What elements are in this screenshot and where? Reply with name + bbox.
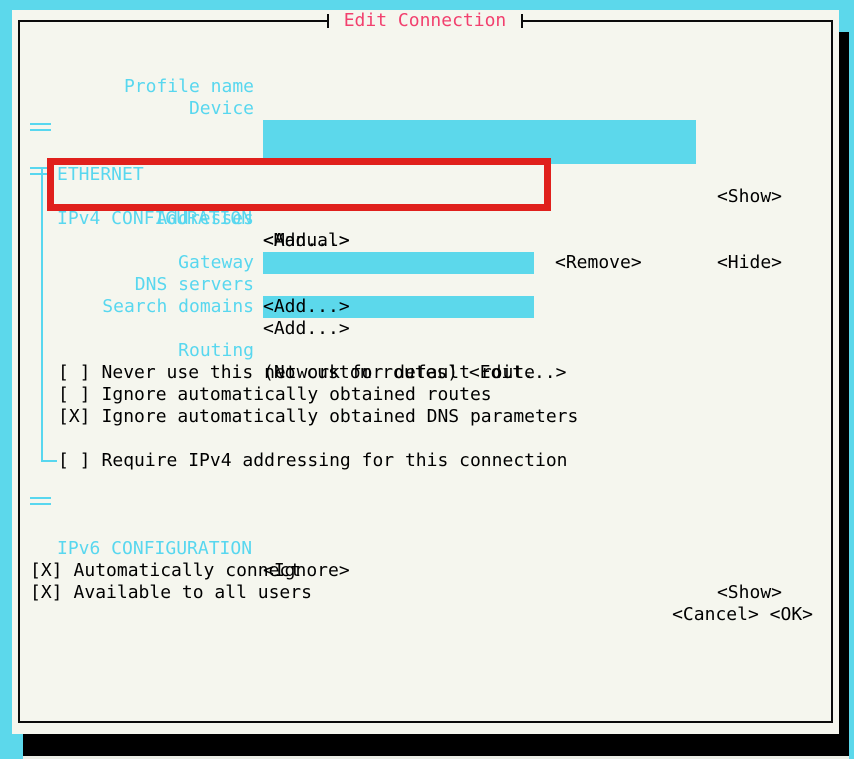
ethernet-section-row: ETHERNET <Show> <box>12 120 839 207</box>
expanded-marker-icon <box>30 167 51 177</box>
routing-row: Routing (No custom routes) <Edit...> <box>12 318 839 383</box>
search-domains-row: Search domains <Add...> <box>12 274 839 339</box>
checkbox-never-default-route[interactable]: [ ] Never use this network for default ro… <box>12 340 839 383</box>
address-add-row: <Add...> <box>12 208 839 251</box>
checkbox-glyph: [X] <box>58 406 91 427</box>
checkbox-available-all-users[interactable]: [X] Available to all users <box>12 560 839 603</box>
terminal-screen: Edit Connection Profile name System ens1… <box>0 0 854 759</box>
profile-name-row: Profile name System ens192______________… <box>12 54 839 142</box>
dialog-titlebar: Edit Connection <box>327 10 523 32</box>
dialog-title: Edit Connection <box>343 10 507 31</box>
device-field[interactable]: ens192 ( )______________ <box>263 142 697 164</box>
ipv6-section-row: IPv6 CONFIGURATION <Ignore> <Show> <box>12 494 839 603</box>
ipv4-section-row: IPv4 CONFIGURATION <Manual> <Hide> <box>12 164 839 273</box>
device-label: Device <box>188 98 254 119</box>
checkbox-automatically-connect[interactable]: [X] Automatically connect <box>12 538 839 581</box>
dialog-buttons-row: <Cancel> <OK> <box>12 604 839 626</box>
addresses-row: Addresses 192.168.1.100/24_________ <Rem… <box>12 186 839 274</box>
device-row: Device ens192 ( )______________ <box>12 76 839 164</box>
collapsed-marker-icon <box>30 497 51 507</box>
checkbox-ignore-auto-routes[interactable]: [ ] Ignore automatically obtained routes <box>12 362 839 405</box>
ok-button[interactable]: <OK> <box>770 604 813 625</box>
gateway-row: Gateway _________________________ <box>12 230 839 318</box>
checkbox-label: Require IPv4 addressing for this connect… <box>101 450 568 471</box>
search-domains-label: Search domains <box>102 296 254 317</box>
checkbox-require-ipv4[interactable]: [ ] Require IPv4 addressing for this conn… <box>12 428 839 471</box>
checkbox-glyph: [X] <box>30 582 63 603</box>
dns-add-button[interactable]: <Add...> <box>263 296 350 318</box>
cancel-button[interactable]: <Cancel> <box>672 604 759 625</box>
dialog-shadow-right <box>839 32 849 757</box>
collapsed-marker-icon <box>30 123 51 133</box>
ipv6-toggle-button[interactable]: <Show> <box>717 582 782 604</box>
dns-servers-row: DNS servers <Add...> <box>12 252 839 317</box>
edit-connection-dialog: Edit Connection Profile name System ens1… <box>12 10 839 734</box>
checkbox-label: Available to all users <box>73 582 312 603</box>
checkbox-glyph: [ ] <box>58 450 91 471</box>
dialog-shadow-bottom <box>23 734 849 757</box>
checkbox-ignore-auto-dns[interactable]: [X] Ignore automatically obtained DNS par… <box>12 384 839 427</box>
checkbox-label: Ignore automatically obtained DNS parame… <box>101 406 579 427</box>
